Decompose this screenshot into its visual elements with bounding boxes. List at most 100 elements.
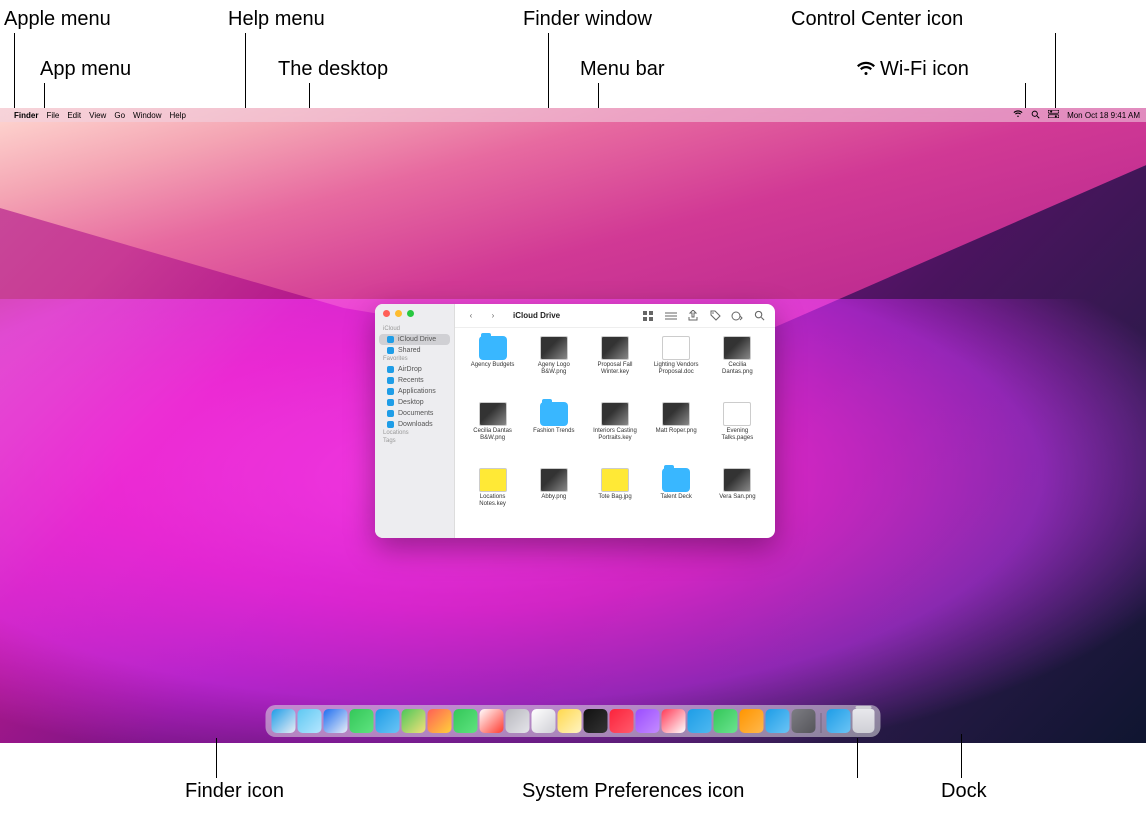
forward-button[interactable]: › (487, 310, 499, 322)
dock-system-preferences-icon[interactable] (792, 709, 816, 733)
file-thumbnail (540, 468, 568, 492)
file-name: Tote Bag.jpg (598, 494, 631, 501)
dock-maps-icon[interactable] (402, 709, 426, 733)
search-button[interactable] (753, 310, 765, 322)
finder-window[interactable]: iCloudiCloud DriveSharedFavoritesAirDrop… (375, 304, 775, 538)
callout-apple-menu: Apple menu (4, 8, 111, 31)
wifi-status-icon[interactable] (1013, 110, 1023, 120)
clock-icon (387, 377, 394, 384)
sidebar-item-label: Applications (398, 388, 436, 395)
folder-shared-icon (387, 347, 394, 354)
file-item[interactable]: Locations Notes.key (465, 468, 520, 530)
clock[interactable]: Mon Oct 18 9:41 AM (1067, 111, 1140, 120)
file-name: Fashion Trends (533, 428, 574, 435)
file-thumbnail (662, 336, 690, 360)
dock-contacts-icon[interactable] (506, 709, 530, 733)
file-item[interactable]: Vera San.png (710, 468, 765, 530)
dock-separator (821, 713, 822, 733)
window-title: iCloud Drive (513, 311, 560, 320)
file-thumbnail (662, 468, 690, 492)
back-button[interactable]: ‹ (465, 310, 477, 322)
dock-music-icon[interactable] (610, 709, 634, 733)
dock-launchpad-icon[interactable] (298, 709, 322, 733)
file-item[interactable]: Fashion Trends (526, 402, 581, 464)
tags-button[interactable] (709, 310, 721, 322)
dock-notes-icon[interactable] (558, 709, 582, 733)
file-item[interactable]: Tote Bag.jpg (587, 468, 642, 530)
callout-finder-icon: Finder icon (185, 780, 284, 803)
sidebar-item-applications[interactable]: Applications (379, 386, 450, 397)
dock-facetime-icon[interactable] (454, 709, 478, 733)
dock-reminders-icon[interactable] (532, 709, 556, 733)
spotlight-icon[interactable] (1031, 110, 1040, 121)
file-item[interactable]: Cecilia Dantas B&W.png (465, 402, 520, 464)
file-item[interactable]: Matt Roper.png (649, 402, 704, 464)
zoom-button[interactable] (407, 310, 414, 317)
dock-messages-icon[interactable] (350, 709, 374, 733)
dock-podcasts-icon[interactable] (636, 709, 660, 733)
minimize-button[interactable] (395, 310, 402, 317)
sidebar-section: Tags (375, 438, 454, 446)
file-item[interactable]: Agency Budgets (465, 336, 520, 398)
menu-view[interactable]: View (89, 111, 106, 120)
dock-trash-icon[interactable] (853, 709, 875, 733)
control-center-icon[interactable] (1048, 110, 1059, 120)
sidebar-item-downloads[interactable]: Downloads (379, 419, 450, 430)
sidebar-item-icloud-drive[interactable]: iCloud Drive (379, 334, 450, 345)
dock-tv-icon[interactable] (584, 709, 608, 733)
dock-keynote-icon[interactable] (688, 709, 712, 733)
sidebar-section: Locations (375, 430, 454, 438)
share-button[interactable] (687, 310, 699, 322)
sidebar-item-airdrop[interactable]: AirDrop (379, 364, 450, 375)
dock-photos-icon[interactable] (428, 709, 452, 733)
sidebar-item-label: iCloud Drive (398, 336, 436, 343)
action-button[interactable] (731, 310, 743, 322)
file-item[interactable]: Evening Talks.pages (710, 402, 765, 464)
menu-file[interactable]: File (46, 111, 59, 120)
app-menu[interactable]: Finder (14, 111, 38, 120)
file-name: Evening Talks.pages (712, 428, 762, 442)
sidebar-item-documents[interactable]: Documents (379, 408, 450, 419)
callout-sys-prefs: System Preferences icon (522, 780, 744, 803)
file-item[interactable]: Lighting Vendors Proposal.doc (649, 336, 704, 398)
sidebar-item-shared[interactable]: Shared (379, 345, 450, 356)
dock-pages-icon[interactable] (740, 709, 764, 733)
file-item[interactable]: Cecilia Dantas.png (710, 336, 765, 398)
file-name: Matt Roper.png (656, 428, 697, 435)
file-item[interactable]: Talent Deck (649, 468, 704, 530)
file-item[interactable]: Proposal Fall Winter.key (587, 336, 642, 398)
dock-numbers-icon[interactable] (714, 709, 738, 733)
file-thumbnail (601, 468, 629, 492)
sidebar-item-desktop[interactable]: Desktop (379, 397, 450, 408)
file-item[interactable]: Interiors Casting Portraits.key (587, 402, 642, 464)
file-item[interactable]: Ageny Logo B&W.png (526, 336, 581, 398)
dock-mail-icon[interactable] (376, 709, 400, 733)
view-icons-button[interactable] (643, 310, 655, 322)
menu-window[interactable]: Window (133, 111, 161, 120)
file-thumbnail (723, 468, 751, 492)
dock (266, 705, 881, 737)
close-button[interactable] (383, 310, 390, 317)
file-thumbnail (479, 468, 507, 492)
menu-go[interactable]: Go (114, 111, 125, 120)
file-name: Talent Deck (661, 494, 692, 501)
dock-calendar-icon[interactable] (480, 709, 504, 733)
menu-edit[interactable]: Edit (67, 111, 81, 120)
dock-app-store-icon[interactable] (766, 709, 790, 733)
dock-finder-icon[interactable] (272, 709, 296, 733)
file-thumbnail (662, 402, 690, 426)
callout-help-menu: Help menu (228, 8, 325, 31)
menu-help[interactable]: Help (169, 111, 185, 120)
airdrop-icon (387, 366, 394, 373)
file-thumbnail (479, 402, 507, 426)
desktop-icon (387, 399, 394, 406)
download-icon (387, 421, 394, 428)
group-button[interactable] (665, 310, 677, 322)
desktop[interactable]: Finder File Edit View Go Window Help Mon… (0, 108, 1146, 743)
sidebar-item-recents[interactable]: Recents (379, 375, 450, 386)
finder-sidebar: iCloudiCloud DriveSharedFavoritesAirDrop… (375, 304, 455, 538)
dock-downloads-icon[interactable] (827, 709, 851, 733)
dock-news-icon[interactable] (662, 709, 686, 733)
dock-safari-icon[interactable] (324, 709, 348, 733)
file-item[interactable]: Abby.png (526, 468, 581, 530)
